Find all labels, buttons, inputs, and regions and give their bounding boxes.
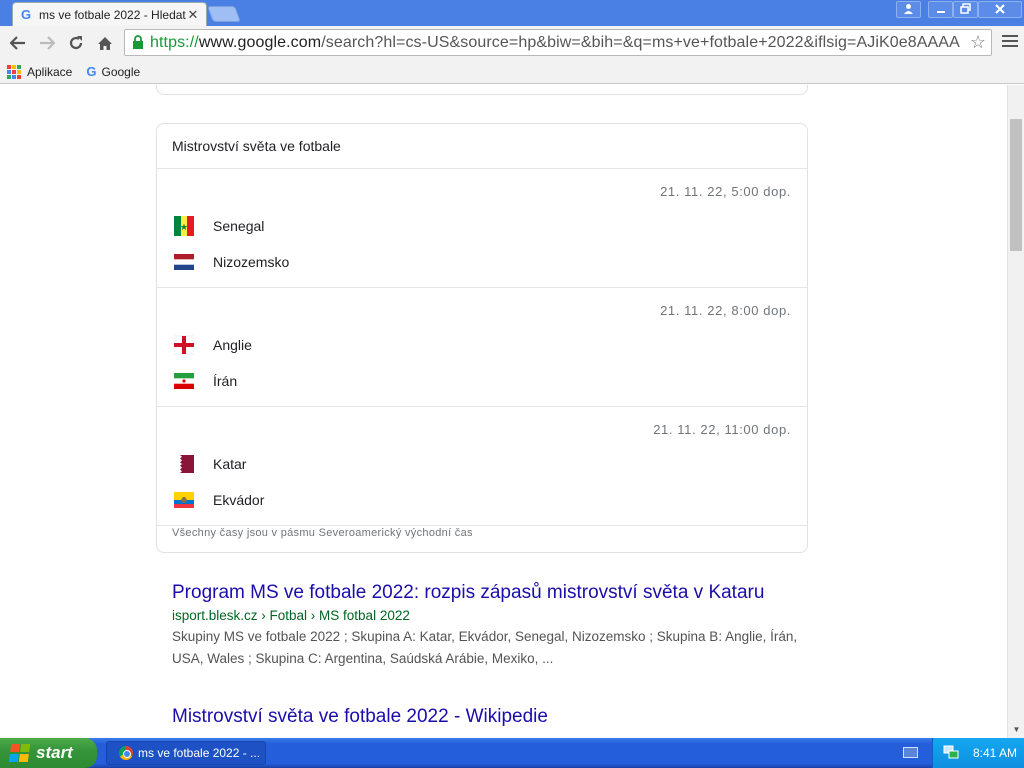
url-path: /search?hl=cs-US&source=hp&biw=&bih=&q=m… bbox=[321, 33, 960, 51]
user-profile-button[interactable] bbox=[896, 1, 921, 18]
team-name: Anglie bbox=[213, 337, 252, 353]
ecuador-flag-icon bbox=[174, 490, 194, 510]
netherlands-flag-icon bbox=[174, 252, 194, 272]
address-bar[interactable]: https://www.google.com/search?hl=cs-US&s… bbox=[124, 29, 992, 56]
reload-icon bbox=[69, 36, 82, 50]
taskbar-chrome-window[interactable]: ms ve fotbale 2022 - ... bbox=[106, 741, 266, 765]
browser-tab[interactable]: G ms ve fotbale 2022 - Hledat ✕ bbox=[12, 2, 207, 26]
result-title-link[interactable]: Mistrovství světa ve fotbale 2022 - Wiki… bbox=[172, 706, 812, 728]
url-scheme: https:// bbox=[150, 33, 199, 51]
keyboard-icon[interactable] bbox=[903, 747, 918, 758]
previous-card-bottom bbox=[156, 85, 808, 95]
back-arrow-icon bbox=[9, 36, 25, 50]
home-button[interactable] bbox=[90, 29, 119, 57]
restore-button[interactable] bbox=[953, 1, 978, 18]
clock[interactable]: 8:41 AM bbox=[973, 746, 1017, 760]
reload-button[interactable] bbox=[61, 29, 90, 57]
forward-arrow-icon bbox=[39, 36, 55, 50]
timezone-footnote: Všechny časy jsou v pásmu Severoamerický… bbox=[172, 527, 473, 539]
match-row[interactable]: 21. 11. 22, 5:00 dop. Senegal Nizozemsko bbox=[157, 169, 807, 288]
team-name: Katar bbox=[213, 456, 247, 472]
close-icon bbox=[995, 4, 1005, 14]
team-row: Senegal bbox=[174, 216, 264, 236]
network-icon[interactable] bbox=[943, 745, 959, 762]
team-name: Nizozemsko bbox=[213, 254, 290, 270]
tab-close-icon[interactable]: ✕ bbox=[186, 7, 200, 23]
lock-icon bbox=[129, 34, 147, 52]
match-time: 21. 11. 22, 5:00 dop. bbox=[660, 184, 791, 199]
team-row: Anglie bbox=[174, 335, 252, 355]
chrome-menu-button[interactable] bbox=[1002, 33, 1018, 49]
url-host: www.google.com bbox=[198, 33, 322, 51]
minimize-button[interactable] bbox=[928, 1, 953, 18]
qatar-flag-icon bbox=[174, 454, 194, 474]
search-result: Program MS ve fotbale 2022: rozpis zápas… bbox=[172, 582, 812, 670]
tab-title: ms ve fotbale 2022 - Hledat bbox=[39, 7, 186, 22]
search-result: Mistrovství světa ve fotbale 2022 - Wiki… bbox=[172, 706, 812, 728]
scroll-down-arrow-icon[interactable]: ▼ bbox=[1008, 722, 1024, 738]
browser-titlebar: G ms ve fotbale 2022 - Hledat ✕ bbox=[0, 0, 1024, 26]
team-name: Írán bbox=[213, 373, 238, 389]
google-icon: G bbox=[86, 64, 97, 79]
bookmark-star-icon[interactable]: ☆ bbox=[965, 32, 991, 53]
system-tray: 8:41 AM bbox=[932, 738, 1024, 768]
bookmark-google-label: Google bbox=[101, 64, 141, 79]
england-flag-icon bbox=[174, 335, 194, 355]
result-breadcrumb[interactable]: isport.blesk.cz › Fotbal › MS fotbal 202… bbox=[172, 608, 812, 623]
google-favicon-icon: G bbox=[20, 7, 32, 22]
match-time: 21. 11. 22, 8:00 dop. bbox=[660, 303, 791, 318]
match-time: 21. 11. 22, 11:00 dop. bbox=[653, 422, 791, 437]
team-name: Ekvádor bbox=[213, 492, 265, 508]
taskbar: start ms ve fotbale 2022 - ... 8:41 AM bbox=[0, 738, 1024, 768]
iran-flag-icon bbox=[174, 371, 194, 391]
start-label: start bbox=[36, 743, 73, 762]
senegal-flag-icon bbox=[174, 216, 194, 236]
result-snippet: Skupiny MS ve fotbale 2022 ; Skupina A: … bbox=[172, 629, 798, 666]
start-button[interactable]: start bbox=[0, 738, 97, 768]
team-name: Senegal bbox=[213, 218, 265, 234]
result-title-link[interactable]: Program MS ve fotbale 2022: rozpis zápas… bbox=[172, 582, 812, 604]
apps-grid-icon bbox=[7, 64, 21, 79]
sports-results-card: Mistrovství světa ve fotbale 21. 11. 22,… bbox=[156, 123, 808, 553]
team-row: Nizozemsko bbox=[174, 252, 289, 272]
restore-icon bbox=[960, 3, 971, 14]
task-label: ms ve fotbale 2022 - ... bbox=[138, 746, 261, 760]
new-tab-button[interactable] bbox=[207, 6, 241, 22]
match-row[interactable]: 21. 11. 22, 11:00 dop. Katar Ekvádor bbox=[157, 407, 807, 526]
home-icon bbox=[97, 36, 112, 50]
page-scrollbar[interactable]: ▼ bbox=[1007, 85, 1024, 738]
url-text: https://www.google.com/search?hl=cs-US&s… bbox=[150, 34, 965, 52]
team-row: Írán bbox=[174, 371, 237, 391]
scrollbar-thumb[interactable] bbox=[1010, 119, 1022, 251]
bookmark-apps-label: Aplikace bbox=[27, 64, 73, 79]
minimize-icon bbox=[936, 11, 945, 13]
card-header[interactable]: Mistrovství světa ve fotbale bbox=[157, 124, 807, 169]
team-row: Katar bbox=[174, 454, 246, 474]
browser-toolbar: https://www.google.com/search?hl=cs-US&s… bbox=[0, 26, 1024, 60]
bookmark-apps[interactable]: Aplikace bbox=[7, 64, 73, 79]
match-row[interactable]: 21. 11. 22, 8:00 dop. Anglie Írán bbox=[157, 288, 807, 407]
bookmarks-bar: Aplikace G Google bbox=[0, 60, 1024, 84]
window-close-button[interactable] bbox=[978, 1, 1022, 18]
forward-button[interactable] bbox=[32, 29, 61, 57]
team-row: Ekvádor bbox=[174, 490, 264, 510]
back-button[interactable] bbox=[3, 29, 32, 57]
windows-logo-icon bbox=[8, 744, 32, 762]
chrome-icon bbox=[119, 746, 133, 760]
page-viewport: Mistrovství světa ve fotbale 21. 11. 22,… bbox=[0, 85, 1007, 738]
user-icon bbox=[904, 4, 913, 14]
bookmark-google[interactable]: G Google bbox=[86, 64, 140, 79]
